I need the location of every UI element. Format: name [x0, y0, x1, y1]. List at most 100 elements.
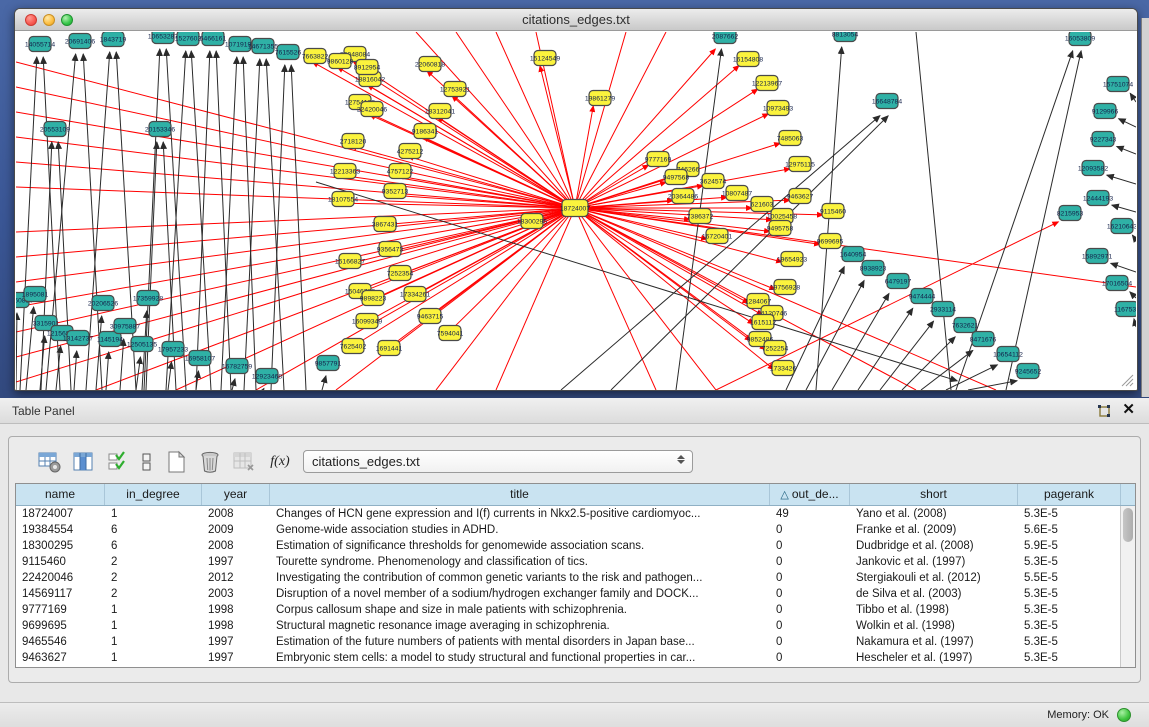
delete-table-icon[interactable] — [231, 449, 257, 475]
network-node[interactable]: 17359928 — [133, 291, 163, 306]
network-node[interactable]: 9227343 — [1090, 132, 1117, 147]
network-node[interactable]: 7625402 — [340, 339, 367, 354]
network-node[interactable]: 16958107 — [185, 351, 215, 366]
network-node[interactable]: 18107554 — [328, 192, 358, 207]
network-node[interactable]: 20691406 — [65, 34, 95, 49]
network-node[interactable]: 7615526 — [275, 45, 302, 60]
network-canvas[interactable]: 1872400722048084220608181881604212753921… — [16, 32, 1136, 390]
create-column-icon[interactable] — [163, 449, 189, 475]
table-scrollbar[interactable] — [1120, 506, 1135, 667]
network-node[interactable]: 2087662 — [712, 32, 739, 44]
network-node[interactable]: 20364486 — [668, 189, 698, 204]
network-node[interactable]: 1527602 — [175, 32, 202, 46]
table-row[interactable]: 969969511998Structural magnetic resonanc… — [16, 618, 1135, 634]
network-node[interactable]: 12213363 — [330, 164, 360, 179]
table-selector-dropdown[interactable]: citations_edges.txt — [303, 450, 693, 473]
network-node[interactable]: 7252254 — [762, 341, 789, 356]
network-node[interactable]: 9474444 — [909, 289, 936, 304]
network-node[interactable]: 6466161 — [200, 32, 227, 46]
network-node[interactable]: 12975115 — [785, 157, 815, 172]
delete-column-icon[interactable] — [197, 449, 223, 475]
network-node[interactable]: 9857791 — [315, 356, 342, 371]
table-mode-icon[interactable] — [37, 449, 63, 475]
show-column-icon[interactable] — [71, 449, 97, 475]
network-node[interactable]: 9898223 — [360, 291, 387, 306]
column-header-pagerank[interactable]: pagerank — [1018, 484, 1121, 505]
network-node[interactable]: 13142737 — [63, 331, 93, 346]
network-node[interactable]: 19861279 — [585, 91, 615, 106]
network-node[interactable]: 22420046 — [357, 102, 387, 117]
network-node[interactable]: 8215953 — [1057, 206, 1084, 221]
close-panel-icon[interactable]: ✕ — [1122, 402, 1135, 418]
column-header-in_degree[interactable]: in_degree — [105, 484, 202, 505]
network-node[interactable]: 9495758 — [767, 221, 794, 236]
network-node[interactable]: 8471676 — [970, 332, 997, 347]
table-row[interactable]: 1456911722003Disruption of a novel membe… — [16, 586, 1135, 602]
network-node[interactable]: 17957233 — [158, 342, 188, 357]
network-node[interactable]: 16648784 — [872, 94, 902, 109]
network-node[interactable]: 621603 — [751, 197, 774, 212]
table-row[interactable]: 1830029562008Estimation of significance … — [16, 538, 1135, 554]
network-node[interactable]: 15166827 — [335, 254, 365, 269]
network-node[interactable]: 16154808 — [733, 52, 763, 67]
network-node[interactable]: 15892971 — [1082, 249, 1112, 264]
network-node[interactable]: 1691441 — [376, 341, 403, 356]
network-node[interactable]: 7485063 — [777, 131, 804, 146]
table-row[interactable]: 946554611997Estimation of the future num… — [16, 634, 1135, 650]
network-node[interactable]: 14055714 — [25, 37, 55, 52]
network-node[interactable]: 8912954 — [354, 60, 381, 75]
network-node[interactable]: 1843719 — [100, 32, 127, 47]
network-node[interactable]: 9497568 — [663, 170, 690, 185]
column-header-name[interactable]: name — [16, 484, 105, 505]
network-node[interactable]: 10653287 — [148, 32, 178, 44]
network-node[interactable]: 9777169 — [645, 152, 672, 167]
column-header-year[interactable]: year — [202, 484, 270, 505]
network-node[interactable]: 10973493 — [763, 101, 793, 116]
network-node[interactable]: 9860128 — [327, 54, 354, 69]
network-node[interactable]: 4757122 — [387, 164, 414, 179]
network-node[interactable]: 14671355 — [248, 39, 278, 54]
network-node[interactable]: 10654112 — [993, 347, 1023, 362]
network-node[interactable]: 2933114 — [930, 302, 956, 317]
float-panel-icon[interactable] — [1096, 402, 1112, 418]
network-node[interactable]: 17334261 — [400, 287, 430, 302]
network-node[interactable]: 7594041 — [437, 326, 464, 341]
network-node[interactable]: 30975887 — [110, 319, 140, 334]
column-header-out_de[interactable]: △out_de... — [770, 484, 850, 505]
table-row[interactable]: 2242004622012Investigating the contribut… — [16, 570, 1135, 586]
table-row[interactable]: 977716911998Corpus callosum shape and si… — [16, 602, 1135, 618]
window-resize-grip[interactable] — [1120, 373, 1134, 387]
select-rows-icon[interactable] — [105, 449, 131, 475]
network-node[interactable]: 7663822 — [302, 49, 329, 64]
network-node[interactable]: 20153346 — [145, 122, 175, 137]
network-node[interactable]: 16782759 — [222, 359, 252, 374]
network-node[interactable]: 8813054 — [832, 32, 859, 42]
table-panel-titlebar[interactable]: Table Panel ✕ — [0, 398, 1149, 424]
network-node[interactable]: 4275212 — [397, 144, 424, 159]
network-node[interactable]: 20553109 — [40, 122, 70, 137]
network-node[interactable]: 1640954 — [840, 247, 867, 262]
network-node[interactable]: 12505135 — [127, 337, 157, 352]
network-node[interactable]: 1167533 — [1114, 302, 1136, 317]
network-node[interactable]: 12093582 — [1078, 161, 1108, 176]
network-node[interactable]: 9356473 — [377, 242, 404, 257]
network-node[interactable]: 10807487 — [722, 186, 752, 201]
network-node[interactable]: 20206526 — [88, 296, 118, 311]
network-node[interactable]: 9186341 — [412, 124, 439, 139]
network-node[interactable]: 19654923 — [777, 252, 807, 267]
network-node[interactable]: 15751074 — [1103, 77, 1133, 92]
network-node[interactable]: 12923468 — [252, 369, 282, 384]
table-row[interactable]: 946362711997Embryonic stem cells: a mode… — [16, 650, 1135, 666]
column-header-title[interactable]: title — [270, 484, 770, 505]
network-window-titlebar[interactable]: citations_edges.txt — [15, 9, 1137, 31]
network-node[interactable]: 16099349 — [352, 314, 382, 329]
network-node[interactable]: 9463715 — [417, 309, 444, 324]
network-node[interactable]: 9352713 — [382, 184, 409, 199]
table-scrollbar-thumb[interactable] — [1123, 508, 1133, 542]
network-window[interactable]: citations_edges.txt 18724007220480842206… — [14, 8, 1138, 391]
network-node[interactable]: 9245652 — [1015, 364, 1042, 379]
network-node[interactable]: 16053809 — [1065, 32, 1095, 46]
network-node[interactable]: 2718120 — [340, 134, 367, 149]
network-node[interactable]: 18312041 — [425, 104, 455, 119]
network-node[interactable]: 1895081 — [22, 287, 49, 302]
